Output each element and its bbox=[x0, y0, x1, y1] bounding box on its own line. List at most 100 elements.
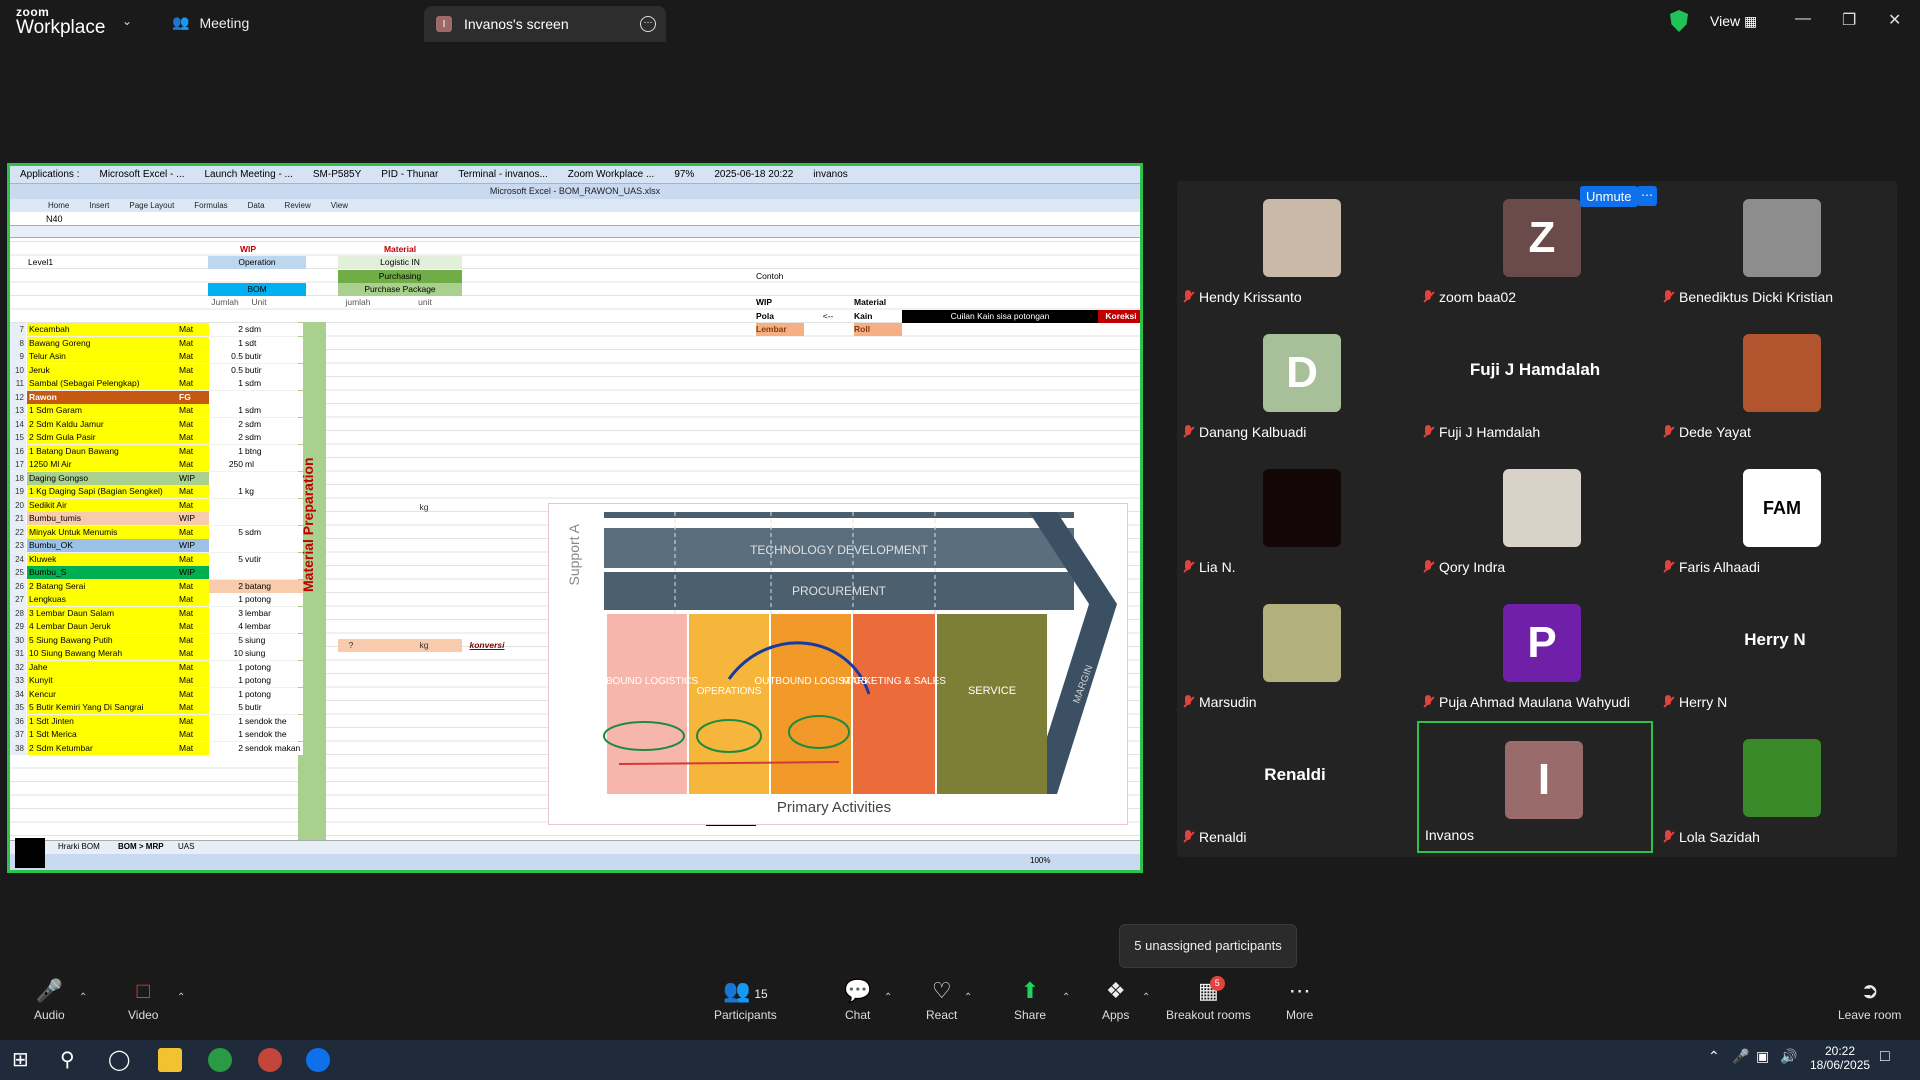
share-button[interactable]: ⬆ Share bbox=[1014, 978, 1046, 1022]
participant-name: Lia N. bbox=[1199, 559, 1236, 575]
audio-button[interactable]: 🎤 Audio bbox=[34, 978, 65, 1022]
cell-c: WIP bbox=[177, 512, 209, 525]
cell-e bbox=[243, 512, 303, 525]
react-options-icon[interactable]: ⌃ bbox=[964, 992, 972, 1003]
header-purchasing: Purchasing bbox=[338, 270, 462, 283]
tile-more-icon[interactable]: ⋯ bbox=[1637, 186, 1657, 206]
audio-options-icon[interactable]: ⌃ bbox=[79, 992, 87, 1003]
cell-e bbox=[243, 539, 303, 552]
cell-e bbox=[243, 390, 303, 404]
chevron-down-icon[interactable]: ⌄ bbox=[122, 14, 132, 28]
cell-c: Mat bbox=[177, 377, 209, 390]
video-button[interactable]: □ Video bbox=[128, 978, 158, 1022]
logo-bottom: Workplace bbox=[16, 17, 106, 38]
sheet-tab-uas[interactable]: UAS bbox=[178, 842, 194, 851]
cell-b: 2 Sdm Gula Pasir bbox=[27, 431, 177, 444]
participant-name: Benediktus Dicki Kristian bbox=[1679, 289, 1834, 305]
security-shield-icon[interactable] bbox=[1670, 10, 1688, 32]
cell-b: Sambal (Sebagai Pelengkap) bbox=[27, 377, 177, 390]
sheet-tab-bom-mrp[interactable]: BOM > MRP bbox=[118, 842, 164, 851]
share-options-icon[interactable]: ⌃ bbox=[1062, 992, 1070, 1003]
cell-b: 1250 Ml Air bbox=[27, 458, 177, 471]
cell-d: 0.5 bbox=[209, 350, 243, 363]
more-button[interactable]: ⋯ More bbox=[1286, 978, 1313, 1022]
participant-photo bbox=[1263, 604, 1341, 682]
participant-tile[interactable]: Marsudin bbox=[1177, 586, 1413, 718]
more-icon: ⋯ bbox=[1288, 978, 1311, 1003]
meeting-menu[interactable]: 👥 Meeting bbox=[172, 14, 249, 31]
zoom-taskbar-icon[interactable] bbox=[306, 1048, 330, 1072]
participant-tile[interactable]: Lia N. bbox=[1177, 451, 1413, 583]
minimize-icon[interactable]: — bbox=[1795, 10, 1811, 28]
table-row: 13 1 Sdm Garam Mat 1 sdm bbox=[10, 404, 303, 417]
participant-tile[interactable]: Hendy Krissanto bbox=[1177, 181, 1413, 313]
participant-tile[interactable]: P Puja Ahmad Maulana Wahyudi bbox=[1417, 586, 1653, 718]
participant-tile[interactable]: Dede Yayat bbox=[1657, 316, 1893, 448]
cell-c: Mat bbox=[177, 336, 209, 350]
contoh-lembar: Lembar bbox=[756, 323, 804, 336]
chrome-profile-icon[interactable] bbox=[258, 1048, 282, 1072]
tray-network-icon[interactable]: ▣ bbox=[1756, 1048, 1769, 1065]
task-view-icon[interactable]: ◯ bbox=[108, 1048, 132, 1072]
cell-c: Mat bbox=[177, 620, 209, 633]
maximize-icon[interactable]: ❐ bbox=[1842, 10, 1856, 30]
participant-gallery: Hendy Krissanto Zzoom baa02 Benediktus Dic… bbox=[1177, 181, 1897, 857]
participant-tile[interactable]: Herry N Herry N bbox=[1657, 586, 1893, 718]
heart-icon: ♡ bbox=[931, 978, 952, 1003]
participant-name-row: Dede Yayat bbox=[1663, 424, 1751, 440]
mic-muted-icon bbox=[1183, 695, 1193, 709]
notification-icon[interactable]: □ bbox=[1880, 1048, 1890, 1066]
breakout-rooms-button[interactable]: ▦ 5 Breakout rooms bbox=[1166, 976, 1251, 1022]
file-explorer-icon[interactable] bbox=[158, 1048, 182, 1072]
participant-tile[interactable]: Qory Indra bbox=[1417, 451, 1653, 583]
search-icon[interactable]: ⚲ bbox=[60, 1048, 84, 1072]
mic-muted-icon bbox=[1183, 560, 1193, 574]
mic-muted-icon bbox=[1423, 560, 1433, 574]
cell-e: sdm bbox=[243, 323, 303, 336]
vc-inbound: INBOUND LOGISTICS bbox=[596, 676, 699, 687]
video-options-icon[interactable]: ⌃ bbox=[177, 992, 185, 1003]
apps-options-icon[interactable]: ⌃ bbox=[1142, 992, 1150, 1003]
contoh-roll: Roll bbox=[854, 323, 902, 336]
react-button[interactable]: ♡ React bbox=[926, 978, 957, 1022]
screen-share-tab[interactable]: I Invanos's screen ⋯ bbox=[424, 6, 666, 42]
close-icon[interactable]: ✕ bbox=[1888, 10, 1901, 30]
cell-c: Mat bbox=[177, 728, 209, 741]
cell-c: Mat bbox=[177, 350, 209, 363]
participant-name: Herry N bbox=[1679, 694, 1728, 710]
sheet-tab-hrarki[interactable]: Hrarki BOM bbox=[58, 842, 100, 851]
participant-tile[interactable]: Benediktus Dicki Kristian bbox=[1657, 181, 1893, 313]
cell-b: 1 Batang Daun Bawang bbox=[27, 444, 177, 458]
leave-room-button[interactable]: ➲ Leave room bbox=[1838, 978, 1901, 1022]
table-row: 23 Bumbu_OK WIP bbox=[10, 539, 303, 552]
chat-label: Chat bbox=[845, 1008, 871, 1022]
apps-button[interactable]: ❖ Apps bbox=[1102, 978, 1129, 1022]
chat-button[interactable]: 💬 Chat bbox=[844, 978, 871, 1022]
chrome-icon[interactable] bbox=[208, 1048, 232, 1072]
cell-c: Mat bbox=[177, 687, 209, 701]
cell-b: Bumbu_tumis bbox=[27, 512, 177, 525]
participant-tile[interactable]: Renaldi Renaldi bbox=[1177, 721, 1413, 853]
view-label: View bbox=[1710, 13, 1741, 29]
participant-tile[interactable]: FAM Faris Alhaadi bbox=[1657, 451, 1893, 583]
participant-name: Hendy Krissanto bbox=[1199, 289, 1302, 305]
participant-tile[interactable]: D Danang Kalbuadi bbox=[1177, 316, 1413, 448]
tray-chevron-icon[interactable]: ⌃ bbox=[1708, 1048, 1720, 1065]
table-row: 36 1 Sdt Jinten Mat 1 sendok the bbox=[10, 714, 303, 728]
chat-options-icon[interactable]: ⌃ bbox=[884, 992, 892, 1003]
unmute-button[interactable]: Unmute bbox=[1580, 186, 1638, 207]
view-button[interactable]: View ▦ bbox=[1710, 13, 1757, 30]
tray-clock[interactable]: 20:22 18/06/2025 bbox=[1810, 1044, 1870, 1072]
participant-tile[interactable]: Lola Sazidah bbox=[1657, 721, 1893, 853]
tray-volume-icon[interactable]: 🔊 bbox=[1780, 1048, 1797, 1065]
participants-button[interactable]: 👥 15 Participants bbox=[714, 978, 777, 1022]
breakout-label: Breakout rooms bbox=[1166, 1008, 1251, 1022]
more-options-icon[interactable]: ⋯ bbox=[640, 16, 656, 32]
participant-tile[interactable]: I Invanos bbox=[1417, 721, 1653, 853]
tray-mic-icon[interactable]: 🎤 bbox=[1732, 1048, 1749, 1065]
contoh-arrow: <-- bbox=[822, 311, 834, 321]
windows-start-icon[interactable]: ⊞ bbox=[12, 1048, 36, 1072]
cell-e bbox=[243, 498, 303, 512]
participant-tile[interactable]: Fuji J Hamdalah Fuji J Hamdalah bbox=[1417, 316, 1653, 448]
zoom-logo[interactable]: zoom Workplace bbox=[16, 6, 105, 37]
